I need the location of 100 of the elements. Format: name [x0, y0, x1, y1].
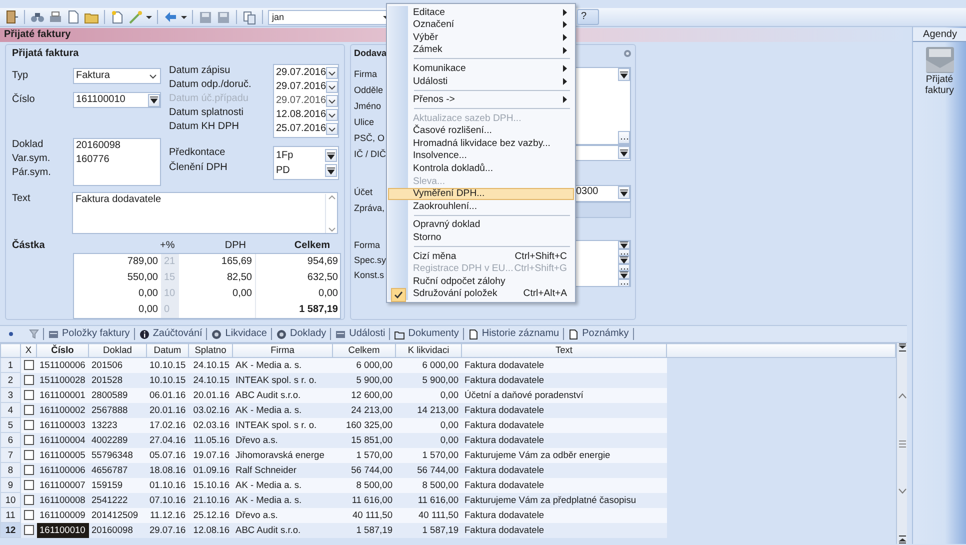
- row-header[interactable]: 6: [0, 432, 20, 448]
- menu-item[interactable]: Sdružování položek Ctrl+Alt+A: [388, 288, 574, 300]
- printer-icon[interactable]: [48, 10, 63, 24]
- input-field[interactable]: Faktura: [73, 68, 161, 84]
- column-header[interactable]: Číslo: [36, 344, 88, 358]
- tab[interactable]: Likvidace: [207, 328, 272, 340]
- row-header[interactable]: 12: [0, 522, 20, 538]
- column-header[interactable]: Doklad: [88, 344, 146, 358]
- dropdown-button[interactable]: [618, 271, 630, 279]
- text-area[interactable]: Faktura dodavatele: [72, 192, 338, 234]
- checkbox[interactable]: [24, 465, 34, 475]
- menu-item[interactable]: Ruční odpočet zálohy: [388, 275, 574, 288]
- dropdown-button[interactable]: [326, 109, 338, 121]
- menu-item[interactable]: Hromadná likvidace bez vazby...: [388, 137, 574, 150]
- dropdown-button[interactable]: [326, 67, 338, 79]
- column-header[interactable]: K likvidaci: [396, 344, 462, 358]
- row-header[interactable]: 5: [0, 418, 20, 432]
- checkbox[interactable]: [24, 375, 34, 385]
- page-icon[interactable]: [66, 10, 81, 24]
- input-field[interactable]: 1Fp: [276, 148, 337, 163]
- date-value[interactable]: 12.08.2016: [276, 109, 326, 121]
- tab[interactable]: Poznámky: [564, 328, 634, 340]
- row-header[interactable]: 10: [0, 492, 20, 508]
- column-header[interactable]: Celkem: [332, 344, 396, 358]
- input-field[interactable]: [573, 67, 631, 145]
- dropdown-button[interactable]: [618, 186, 630, 199]
- input-field[interactable]: [573, 202, 631, 218]
- row-header[interactable]: 8: [0, 462, 20, 478]
- menu-item[interactable]: Kontrola dokladů...: [388, 162, 574, 176]
- table-cell: 0,00: [396, 388, 462, 402]
- checkbox[interactable]: [24, 360, 34, 370]
- input-field[interactable]: 0300: [573, 185, 631, 202]
- input-field[interactable]: [573, 145, 631, 161]
- sidebar-item[interactable]: Přijaté faktury: [913, 46, 966, 96]
- checkbox[interactable]: [24, 420, 34, 430]
- date-value[interactable]: 25.07.2016: [276, 123, 326, 135]
- tab[interactable]: Položky faktury: [44, 328, 135, 340]
- column-header[interactable]: Text: [462, 344, 666, 358]
- row-header[interactable]: 11: [0, 508, 20, 522]
- input-field[interactable]: 20160098 160776: [73, 138, 161, 186]
- menu-item[interactable]: Komunikace: [388, 62, 574, 75]
- help-button[interactable]: ?: [577, 9, 599, 25]
- date-value[interactable]: 29.07.2016: [276, 81, 326, 93]
- menu-item[interactable]: Storno: [388, 232, 574, 244]
- input-field[interactable]: [573, 240, 631, 287]
- back-arrow-icon[interactable]: [163, 10, 178, 24]
- menu-item[interactable]: Zaokrouhlení...: [388, 200, 574, 213]
- checkbox[interactable]: [24, 495, 34, 505]
- date-value[interactable]: 29.07.2016: [276, 67, 326, 79]
- caret-icon[interactable]: [146, 14, 152, 20]
- amount-cell-text: 954,69: [306, 255, 339, 269]
- row-header[interactable]: 2: [0, 372, 20, 388]
- dropdown-button[interactable]: [618, 241, 630, 249]
- row-header[interactable]: 1: [0, 358, 20, 372]
- copy-icon[interactable]: [242, 10, 257, 24]
- door-icon[interactable]: [4, 10, 19, 24]
- column-header[interactable]: Firma: [232, 344, 332, 358]
- row-header[interactable]: 3: [0, 388, 20, 402]
- checkbox[interactable]: [24, 525, 34, 535]
- menu-item[interactable]: Události: [388, 74, 574, 88]
- checkbox[interactable]: [24, 435, 34, 445]
- checkbox[interactable]: [24, 390, 34, 400]
- row-header[interactable]: 9: [0, 478, 20, 492]
- tab[interactable]: Zaúčtování: [134, 328, 208, 340]
- menu-item[interactable]: Časové rozlišení...: [388, 124, 574, 138]
- menu-item[interactable]: Cizí měna Ctrl+Shift+C: [388, 250, 574, 263]
- input-field[interactable]: 161100010: [73, 92, 161, 108]
- row-header[interactable]: 7: [0, 448, 20, 462]
- caret-icon[interactable]: [181, 14, 187, 20]
- menu-item[interactable]: Zámek: [388, 44, 574, 56]
- input-field[interactable]: PD: [276, 163, 337, 178]
- dropdown-button[interactable]: [618, 68, 630, 81]
- dropdown-button[interactable]: [326, 95, 338, 107]
- row-header[interactable]: 4: [0, 402, 20, 418]
- menu-item[interactable]: Přenos ->: [388, 94, 574, 106]
- dropdown-button[interactable]: [618, 256, 630, 264]
- dropdown-button[interactable]: [326, 123, 338, 135]
- tab[interactable]: Události: [331, 328, 390, 340]
- column-header[interactable]: Datum: [146, 344, 188, 358]
- tab[interactable]: Historie záznamu: [464, 328, 564, 340]
- dropdown-button[interactable]: [618, 146, 630, 159]
- menu-item[interactable]: Vyměření DPH...: [388, 188, 574, 200]
- dropdown-button[interactable]: [325, 164, 337, 177]
- dropdown-button[interactable]: [326, 81, 338, 93]
- checkbox[interactable]: [24, 510, 34, 520]
- menu-item[interactable]: Insolvence...: [388, 150, 574, 163]
- menu-item[interactable]: Výběr: [388, 31, 574, 44]
- new-page-icon[interactable]: [110, 10, 125, 24]
- tab[interactable]: Dokumenty: [390, 328, 464, 340]
- column-header[interactable]: Splatno: [188, 344, 232, 358]
- tab[interactable]: Doklady: [272, 328, 332, 340]
- checkbox[interactable]: [24, 480, 34, 490]
- scrollbar[interactable]: [896, 343, 907, 544]
- checkbox[interactable]: [24, 450, 34, 460]
- dropdown-button[interactable]: [148, 94, 160, 106]
- checkbox[interactable]: [24, 405, 34, 415]
- dropdown-button[interactable]: [325, 149, 337, 162]
- menu-item[interactable]: Opravný doklad: [388, 218, 574, 232]
- field-label: Členění DPH: [169, 161, 228, 175]
- column-header[interactable]: X: [20, 344, 36, 358]
